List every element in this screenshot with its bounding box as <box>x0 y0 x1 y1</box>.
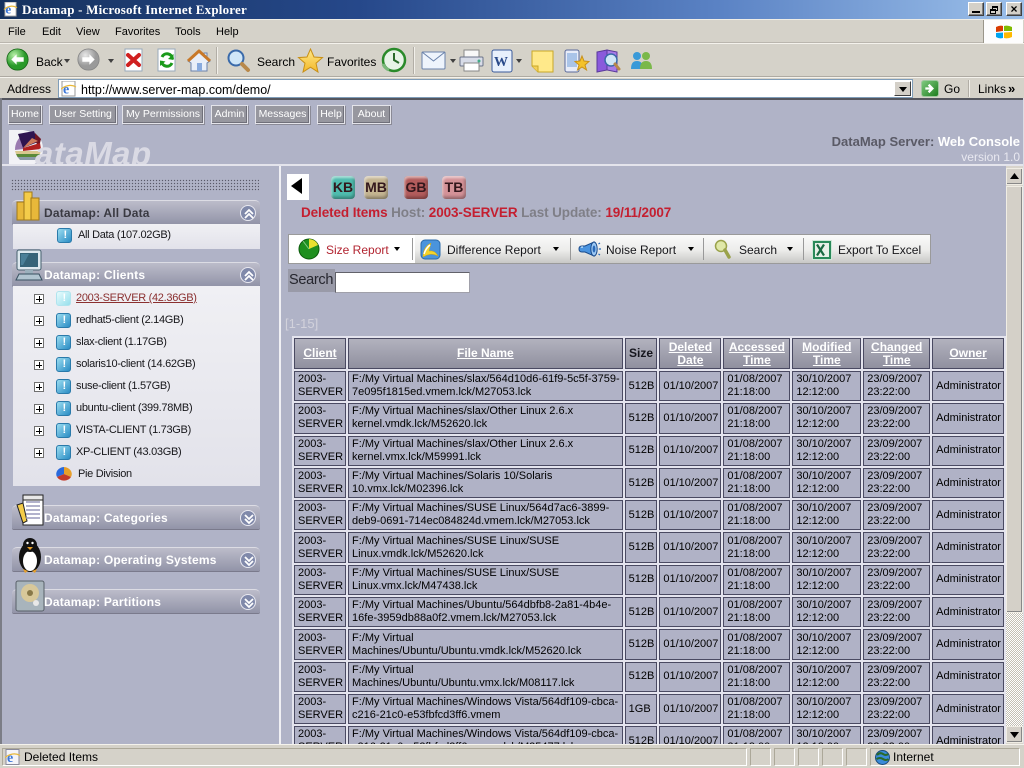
svg-text:ataMap: ataMap <box>35 135 152 166</box>
svg-text:W: W <box>494 55 508 70</box>
svg-text:e: e <box>5 2 11 17</box>
svg-text:e: e <box>63 83 69 98</box>
svg-text:e: e <box>7 751 13 766</box>
